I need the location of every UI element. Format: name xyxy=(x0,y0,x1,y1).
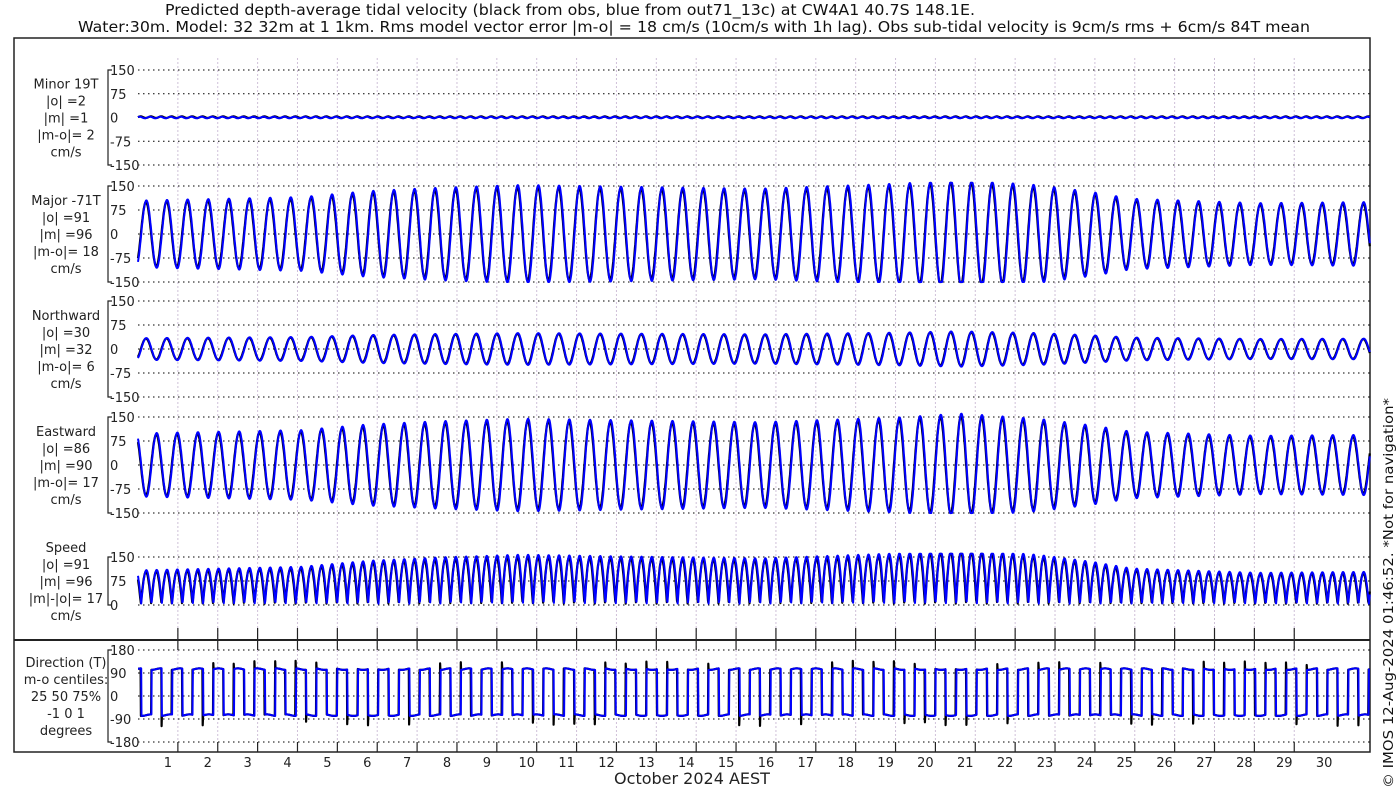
y-tick-label: 75 xyxy=(110,204,127,219)
x-tick-label: 2 xyxy=(204,756,212,771)
x-tick-label: 22 xyxy=(997,756,1014,771)
panel-label-line: cm/s xyxy=(51,377,82,392)
y-tick-label: 0 xyxy=(110,228,118,243)
x-tick-label: 26 xyxy=(1156,756,1173,771)
panel-label-line: Speed xyxy=(46,541,87,556)
model-series-line-east xyxy=(137,412,1371,514)
panel-label-line: Direction (T) xyxy=(26,656,107,671)
x-axis-label: October 2024 AEST xyxy=(614,769,770,788)
y-tick-label: 0 xyxy=(110,112,118,127)
panel-label-line: |o| =91 xyxy=(42,211,90,226)
panel-label-line: 25 50 75% xyxy=(31,690,101,705)
x-tick-label: 28 xyxy=(1236,756,1253,771)
x-tick-label: 30 xyxy=(1316,756,1333,771)
y-tick-label: 180 xyxy=(110,644,135,659)
panel-label-line: |m-o|= 2 xyxy=(37,129,95,144)
y-tick-label: 150 xyxy=(110,551,135,566)
x-tick-label: 20 xyxy=(917,756,934,771)
y-tick-label: 0 xyxy=(110,599,118,614)
y-tick-label: 150 xyxy=(110,411,135,426)
tidal-velocity-figure: Predicted depth-average tidal velocity (… xyxy=(13,1,1397,788)
panel-label-line: cm/s xyxy=(51,146,82,161)
y-tick-label: 75 xyxy=(110,575,127,590)
panel-label-line: |m|-|o|= 17 xyxy=(29,592,103,607)
panel-label-line: Eastward xyxy=(36,425,96,440)
panel-label-line: Northward xyxy=(32,309,100,324)
y-tick-label: 75 xyxy=(110,88,127,103)
panel-label-line: |o| =91 xyxy=(42,558,90,573)
panel-label-line: |o| =2 xyxy=(46,95,86,110)
panel-north: 150 75 0 -75 -150 Northward |o| =30 |m| =32 |m-o… xyxy=(32,295,1371,406)
panel-label-line: |m| =32 xyxy=(40,343,93,358)
x-tick-label: 23 xyxy=(1037,756,1054,771)
x-tick-label: 4 xyxy=(283,756,291,771)
x-tick-label: 12 xyxy=(598,756,615,771)
x-tick-label: 19 xyxy=(877,756,894,771)
panel-label-line: |o| =86 xyxy=(42,442,90,457)
x-tick-label: 18 xyxy=(837,756,854,771)
panel-label-line: cm/s xyxy=(51,493,82,508)
panel-label-line: |m-o|= 6 xyxy=(37,360,95,375)
x-tick-label: 25 xyxy=(1117,756,1134,771)
x-tick-label: 29 xyxy=(1276,756,1293,771)
panel-major: 150 75 0 -75 -150 Major -71T |o| =91 |m| =96 |m-… xyxy=(31,180,1371,291)
panel-label-line: |m-o|= 18 xyxy=(33,245,99,260)
panel-label-line: cm/s xyxy=(51,262,82,277)
x-tick-label: 3 xyxy=(244,756,252,771)
panel-label-line: |m| =96 xyxy=(40,228,93,243)
y-tick-label: -150 xyxy=(110,391,140,406)
panel-minor: 150 75 0 -75 -150 Minor 19T |o| =2 |m| =1 |m-o|=… xyxy=(34,64,1371,174)
y-tick-label: -150 xyxy=(110,507,140,522)
panel-label-line: |m| =90 xyxy=(40,459,93,474)
y-tick-label: -150 xyxy=(110,159,140,174)
x-tick-label: 11 xyxy=(558,756,575,771)
panel-label-line: Major -71T xyxy=(31,194,100,209)
y-tick-label: -150 xyxy=(110,276,140,291)
y-tick-label: 0 xyxy=(110,459,118,474)
x-tick-label: 10 xyxy=(518,756,535,771)
y-tick-label: 150 xyxy=(110,295,135,310)
x-tick-label: 27 xyxy=(1196,756,1213,771)
y-tick-label: 90 xyxy=(110,667,127,682)
copyright-note: © IMOS 12-Aug-2024 01:46:52. *Not for na… xyxy=(1382,397,1397,788)
panel-label-line: cm/s xyxy=(51,609,82,624)
chart-title-line2: Water:30m. Model: 32 32m at 1 1km. Rms m… xyxy=(78,18,1310,36)
model-series-line-major xyxy=(137,181,1371,283)
y-tick-label: 75 xyxy=(110,435,127,450)
panel-label-line: |m| =96 xyxy=(40,575,93,590)
panel-direction: 180 90 0 -90 -180 Direction (T) m-o centiles: 2… xyxy=(24,644,1371,751)
panel-label-line: |m| =1 xyxy=(44,112,89,127)
y-tick-label: 75 xyxy=(110,319,127,334)
panel-label-line: |m-o|= 17 xyxy=(33,476,99,491)
model-series-line-direction xyxy=(137,667,1371,717)
x-tick-label: 24 xyxy=(1077,756,1094,771)
y-tick-label: -90 xyxy=(110,713,131,728)
x-tick-label: 6 xyxy=(363,756,371,771)
y-tick-label: 150 xyxy=(110,180,135,195)
x-tick-label: 8 xyxy=(443,756,451,771)
y-tick-label: 0 xyxy=(110,690,118,705)
panel-label-line: Minor 19T xyxy=(34,78,99,93)
panel-label-line: |o| =30 xyxy=(42,326,90,341)
panel-east: 150 75 0 -75 -150 Eastward |o| =86 |m| =90 |m-o|… xyxy=(33,411,1371,522)
x-tick-label: 17 xyxy=(798,756,815,771)
x-tick-label: 9 xyxy=(483,756,491,771)
y-tick-label: 0 xyxy=(110,343,118,358)
x-tick-label: 7 xyxy=(403,756,411,771)
y-tick-label: -75 xyxy=(110,252,131,267)
panel-label-line: m-o centiles: xyxy=(24,673,109,688)
panel-label-line: -1 0 1 xyxy=(47,707,85,722)
y-tick-label: 150 xyxy=(110,64,135,79)
model-series-line-speed xyxy=(137,552,1371,605)
x-tick-label: 21 xyxy=(957,756,974,771)
x-tick-label: 5 xyxy=(323,756,331,771)
y-tick-label: -75 xyxy=(110,135,131,150)
x-tick-label: 1 xyxy=(164,756,172,771)
y-tick-label: -75 xyxy=(110,483,131,498)
panel-label-line: degrees xyxy=(40,724,93,739)
y-tick-label: -75 xyxy=(110,367,131,382)
y-tick-label: -180 xyxy=(110,736,140,751)
panel-speed: 150 75 0 Speed |o| =91 |m| =96 |m|-|o|= 17 cm/s xyxy=(29,541,1371,624)
